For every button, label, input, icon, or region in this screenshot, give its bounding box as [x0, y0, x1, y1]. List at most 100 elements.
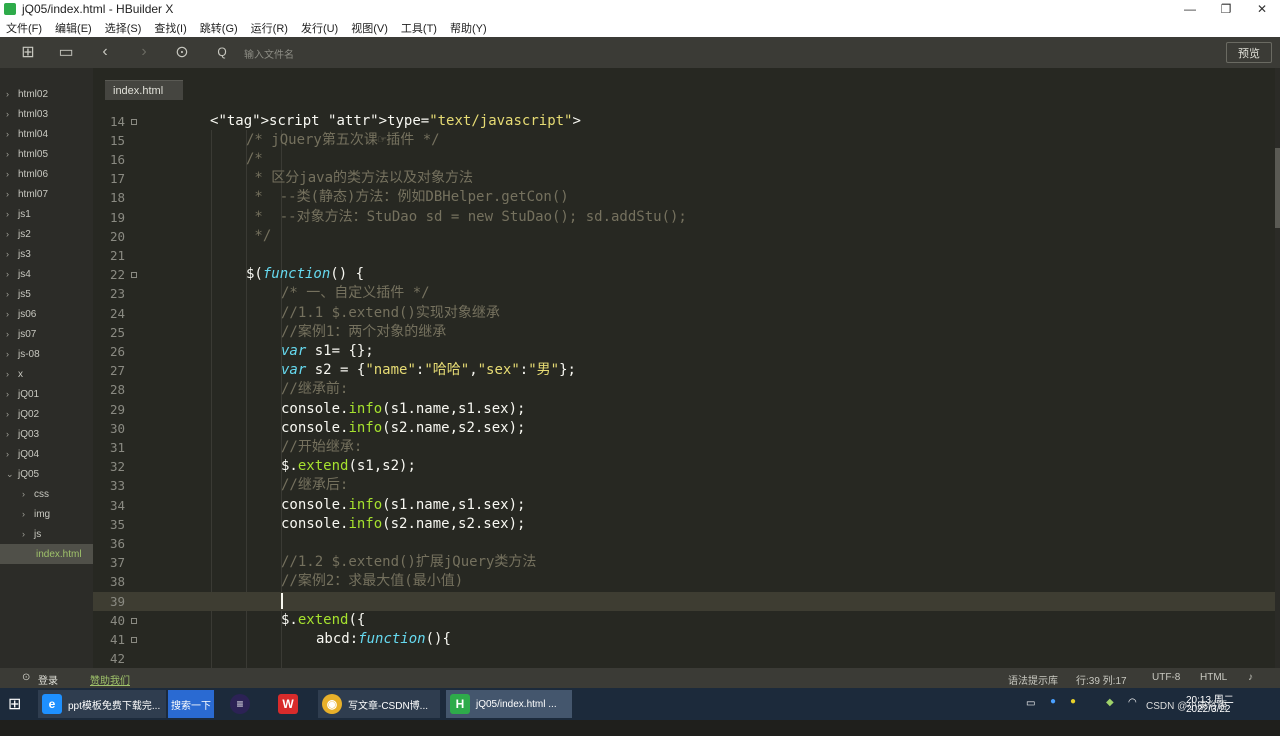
tree-item[interactable]: › jQ02 [0, 404, 93, 424]
chevron-down-icon: ⌄ [6, 468, 14, 479]
tree-item[interactable]: › html03 [0, 104, 93, 124]
tree-item[interactable]: › html04 [0, 124, 93, 144]
menu-tools[interactable]: 工具(T) [401, 20, 437, 36]
tree-item[interactable]: ⌄ jQ05 [0, 464, 93, 484]
menu-run[interactable]: 运行(R) [251, 20, 288, 36]
fold-icon[interactable] [131, 617, 137, 624]
status-bar: ⊙ 登录 赞助我们 语法提示库 行:39 列:17 UTF-8 HTML ♪ [0, 668, 1280, 688]
tree-item[interactable]: › jQ04 [0, 444, 93, 464]
back-icon[interactable]: ‹ [95, 42, 115, 62]
taskbar-item-wps[interactable]: W [274, 690, 304, 718]
fold-icon[interactable] [131, 272, 137, 279]
fold-icon[interactable] [131, 118, 137, 125]
menu-file[interactable]: 文件(F) [6, 20, 42, 36]
code-line: 30 console.info(s2.name,s2.sex); [93, 419, 1275, 438]
chevron-right-icon: › [22, 489, 25, 499]
taskbar-item-hbuilder[interactable]: H jQ05/index.html ... [446, 690, 572, 718]
chevron-right-icon: › [6, 329, 9, 339]
caret [281, 592, 283, 609]
new-file-icon[interactable]: ⊞ [18, 42, 38, 62]
close-button[interactable]: ✕ [1244, 0, 1280, 18]
windows-start-icon[interactable]: ⊞ [8, 694, 30, 714]
tree-item[interactable]: › js3 [0, 244, 93, 264]
tree-item[interactable]: › js4 [0, 264, 93, 284]
tray-app-icon[interactable]: ● [1050, 696, 1056, 728]
forward-icon[interactable]: › [134, 42, 154, 62]
language-mode[interactable]: HTML [1200, 672, 1227, 683]
code-line: 23/* 一、自定义插件 */ [93, 284, 1275, 303]
code-line: 15/* jQuery第五次课☞插件 */ [93, 131, 1275, 150]
taskbar-item-chrome[interactable]: ◉ 写文章-CSDN博... [318, 690, 440, 718]
menu-publish[interactable]: 发行(U) [301, 20, 338, 36]
code-line: 42 [109, 651, 125, 667]
minimize-button[interactable]: — [1172, 0, 1208, 18]
tree-item[interactable]: › jQ01 [0, 384, 93, 404]
text-cursor [281, 592, 283, 611]
chevron-right-icon: › [6, 169, 9, 179]
menu-find[interactable]: 查找(I) [154, 20, 186, 36]
tree-item[interactable]: › js2 [0, 224, 93, 244]
chevron-right-icon: › [22, 529, 25, 539]
save-icon[interactable]: ▭ [56, 42, 76, 62]
menu-select[interactable]: 选择(S) [105, 20, 142, 36]
sponsor-link[interactable]: 赞助我们 [90, 672, 130, 687]
run-icon[interactable]: ⊙ [172, 42, 192, 62]
code-editor[interactable]: index.html 14 <"tag">script "attr">type="… [93, 68, 1275, 668]
login-link[interactable]: 登录 [38, 672, 58, 687]
menu-goto[interactable]: 跳转(G) [200, 20, 238, 36]
code-text: $.extend(s1,s2); [281, 458, 416, 475]
taskbar-search-button[interactable]: 搜索一下 [168, 690, 214, 718]
window-controls: — ❐ ✕ [1172, 0, 1280, 18]
tree-item[interactable]: › js-08 [0, 344, 93, 364]
code-line: 34 console.info(s1.name,s1.sex); [93, 496, 1275, 515]
code-text: //开始继承: [281, 438, 363, 455]
encoding-label[interactable]: UTF-8 [1152, 672, 1180, 683]
wifi-icon[interactable]: ◠ [1128, 697, 1137, 729]
scrollbar-thumb[interactable] [1275, 148, 1280, 228]
maximize-button[interactable]: ❐ [1208, 0, 1244, 18]
tree-item-selected[interactable]: index.html [0, 544, 93, 564]
menu-help[interactable]: 帮助(Y) [450, 20, 487, 36]
tab-index-html[interactable]: index.html [105, 80, 183, 100]
chevron-right-icon: › [6, 129, 9, 139]
editor-scrollbar[interactable] [1275, 68, 1280, 668]
tree-item[interactable]: › js1 [0, 204, 93, 224]
code-line: 20 */ [93, 227, 1275, 246]
code-text: var s1= {}; [281, 342, 374, 359]
shield-icon[interactable]: ◆ [1106, 697, 1114, 729]
code-line: 29 console.info(s1.name,s1.sex); [93, 400, 1275, 419]
file-search-input[interactable]: 输入文件名 [244, 46, 294, 61]
fold-icon[interactable] [131, 636, 137, 643]
tree-item[interactable]: › html02 [0, 84, 93, 104]
clock-date[interactable]: 2022/3/22 [1186, 704, 1231, 736]
taskbar-item-ie[interactable]: e ppt模板免费下载完... [38, 690, 166, 718]
tree-item[interactable]: › js07 [0, 324, 93, 344]
current-code-line: 39 [93, 591, 1275, 611]
menu-edit[interactable]: 编辑(E) [55, 20, 92, 36]
chevron-right-icon: › [6, 269, 9, 279]
tree-item[interactable]: › js [0, 524, 93, 544]
code-text: * --对象方法：StuDao sd = new StuDao(); sd.ad… [246, 208, 687, 225]
tree-item[interactable]: › html06 [0, 164, 93, 184]
keyboard-icon[interactable]: ▭ [1026, 698, 1035, 730]
tree-item[interactable]: › x [0, 364, 93, 384]
tree-item[interactable]: › js5 [0, 284, 93, 304]
tree-item[interactable]: › html07 [0, 184, 93, 204]
menu-view[interactable]: 视图(V) [351, 20, 388, 36]
tree-item[interactable]: › img [0, 504, 93, 524]
bell-icon[interactable]: ♪ [1248, 672, 1253, 683]
code-line: 32 $.extend(s1,s2); [93, 457, 1275, 476]
tree-item[interactable]: › html05 [0, 144, 93, 164]
chrome-icon: ◉ [322, 694, 342, 714]
tree-item[interactable]: › js06 [0, 304, 93, 324]
tray-app-icon[interactable]: ● [1070, 696, 1076, 728]
hbuilder-app-icon [4, 3, 16, 15]
tree-item[interactable]: › jQ03 [0, 424, 93, 444]
taskbar-item-eclipse[interactable]: ≡ [226, 690, 256, 718]
code-line: 26 var s1= {}; [93, 342, 1275, 361]
syntax-lib-link[interactable]: 语法提示库 [1008, 672, 1058, 687]
wps-icon: W [278, 694, 298, 714]
cursor-position[interactable]: 行:39 列:17 [1076, 672, 1127, 687]
tree-item[interactable]: › css [0, 484, 93, 504]
preview-button[interactable]: 预览 [1226, 42, 1272, 63]
